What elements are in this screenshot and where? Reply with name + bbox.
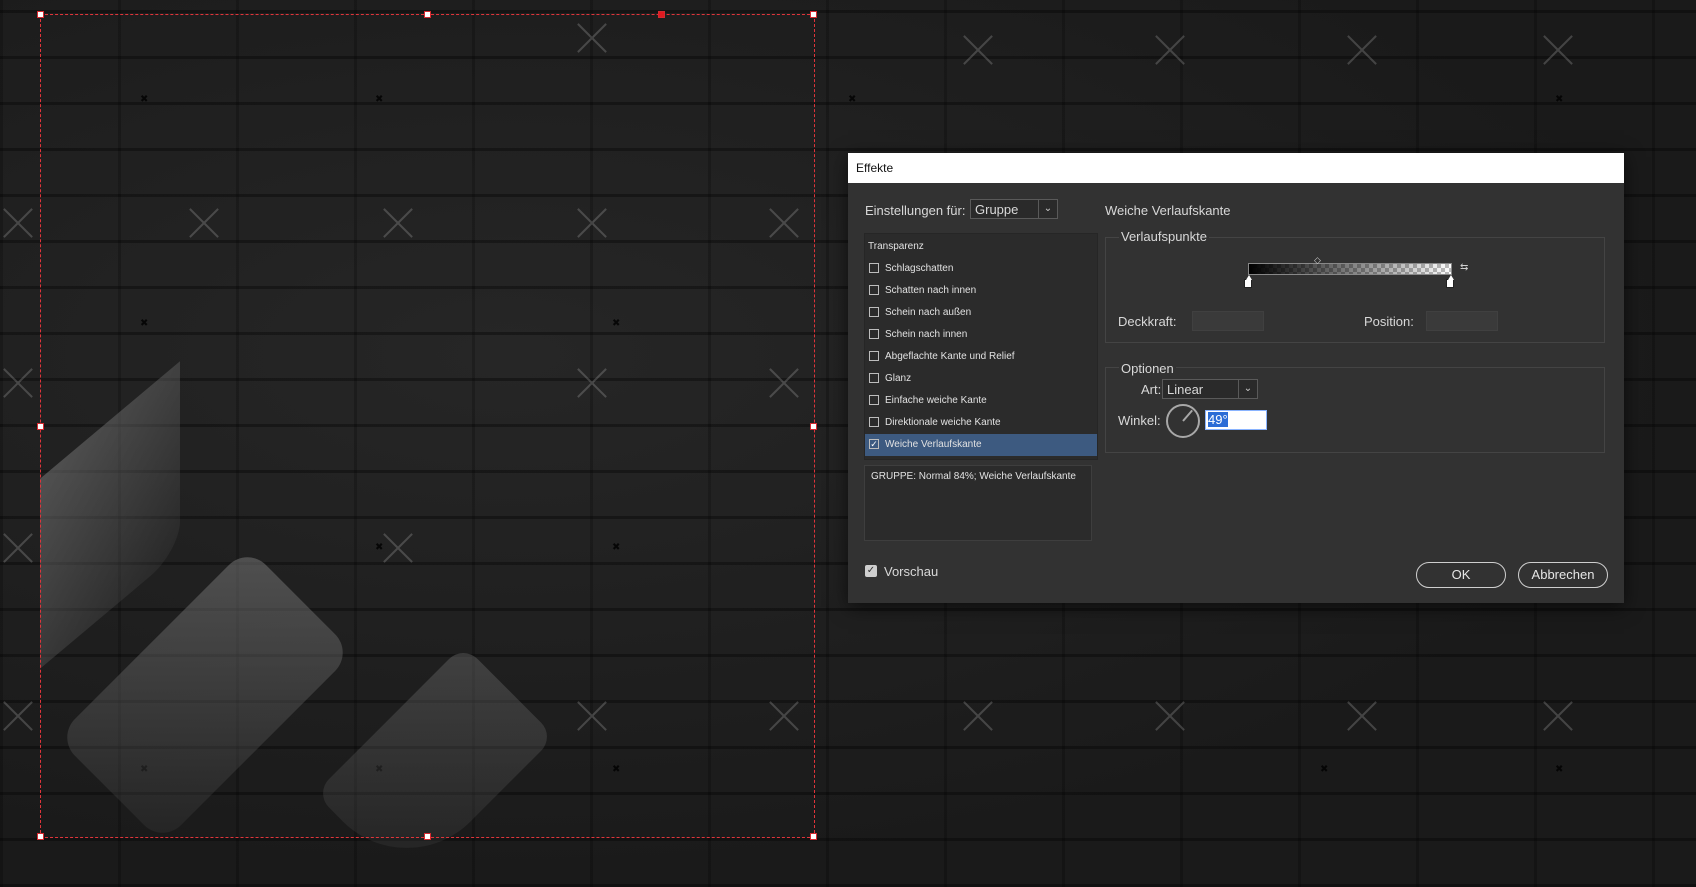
effect-checkbox[interactable] — [869, 285, 879, 295]
resize-handle[interactable] — [37, 833, 44, 840]
settings-for-label: Einstellungen für: — [865, 203, 966, 218]
settings-for-value: Gruppe — [975, 202, 1019, 217]
placeholder-mark — [1152, 698, 1188, 734]
placeholder-mark — [1344, 32, 1380, 68]
placeholder-mark — [0, 530, 36, 566]
resize-handle[interactable] — [810, 11, 817, 18]
effect-item[interactable]: Abgeflachte Kante und Relief — [865, 346, 1097, 368]
preview-label: Vorschau — [884, 564, 939, 579]
effect-checkbox[interactable] — [869, 395, 879, 405]
effect-item-selected[interactable]: ✓ Weiche Verlaufskante — [865, 434, 1097, 456]
position-label: Position: — [1364, 314, 1414, 329]
effect-checkbox[interactable] — [869, 263, 879, 273]
placeholder-mark — [960, 32, 996, 68]
chevron-down-icon: ⌄ — [1238, 380, 1257, 398]
placeholder-mark — [0, 365, 36, 401]
effect-checkbox[interactable] — [869, 417, 879, 427]
effect-item[interactable]: Schein nach innen — [865, 324, 1097, 346]
effect-checkbox-checked[interactable]: ✓ — [869, 439, 879, 449]
effects-dialog: Effekte Einstellungen für: Gruppe ⌄ Tran… — [848, 153, 1624, 603]
midpoint-diamond-icon[interactable]: ◇ — [1314, 255, 1321, 266]
effect-label: Abgeflachte Kante und Relief — [885, 351, 1015, 362]
panel-title: Weiche Verlaufskante — [1105, 203, 1231, 218]
ok-button[interactable]: OK — [1416, 562, 1506, 588]
angle-input[interactable]: 49° — [1205, 410, 1267, 430]
dialog-title: Effekte — [848, 153, 1624, 183]
placeholder-mark — [1540, 698, 1576, 734]
angle-needle — [1182, 409, 1193, 422]
angle-label: Winkel: — [1118, 413, 1161, 428]
position-field[interactable] — [1426, 311, 1498, 331]
effect-label: Schein nach außen — [885, 307, 972, 318]
effect-label: Schein nach innen — [885, 329, 968, 340]
effect-item[interactable]: Schlagschatten — [865, 258, 1097, 280]
anchor-point: ✖ — [1555, 764, 1564, 775]
effect-item[interactable]: Schein nach außen — [865, 302, 1097, 324]
resize-handle[interactable] — [37, 423, 44, 430]
chevron-down-icon: ⌄ — [1038, 200, 1057, 218]
effect-label: Glanz — [885, 373, 912, 384]
type-value: Linear — [1167, 382, 1204, 397]
effect-checkbox[interactable] — [869, 351, 879, 361]
type-label: Art: — [1141, 382, 1162, 397]
effect-item[interactable]: Glanz — [865, 368, 1097, 390]
opacity-field[interactable] — [1192, 311, 1264, 331]
angle-value: 49° — [1208, 412, 1228, 427]
placeholder-mark — [1152, 32, 1188, 68]
type-select[interactable]: Linear ⌄ — [1162, 379, 1258, 399]
effects-list-header[interactable]: Transparenz — [865, 236, 1097, 258]
anchor-point: ✖ — [1320, 764, 1329, 775]
gradient-ramp[interactable] — [1248, 263, 1452, 275]
placeholder-mark — [1540, 32, 1576, 68]
effects-summary: GRUPPE: Normal 84%; Weiche Verlaufskante — [864, 465, 1092, 541]
anchor-point: ✖ — [848, 94, 857, 105]
effect-item[interactable]: Direktionale weiche Kante — [865, 412, 1097, 434]
effect-label: Weiche Verlaufskante — [885, 439, 982, 450]
placeholder-mark — [960, 698, 996, 734]
resize-handle[interactable] — [810, 833, 817, 840]
selection-frame[interactable] — [37, 11, 817, 840]
effect-item[interactable]: Schatten nach innen — [865, 280, 1097, 302]
effect-checkbox[interactable] — [869, 373, 879, 383]
placeholder-mark — [0, 205, 36, 241]
resize-handle[interactable] — [810, 423, 817, 430]
effects-list: Transparenz Schlagschatten Schatten nach… — [864, 233, 1098, 460]
angle-dial-icon[interactable] — [1165, 403, 1201, 439]
settings-for-select[interactable]: Gruppe ⌄ — [970, 199, 1058, 219]
effect-label: Einfache weiche Kante — [885, 395, 987, 406]
resize-handle[interactable] — [424, 833, 431, 840]
gradient-stops-label: Verlaufspunkte — [1119, 229, 1210, 244]
cancel-button[interactable]: Abbrechen — [1518, 562, 1608, 588]
anchor-point: ✖ — [1555, 94, 1564, 105]
effect-label: Direktionale weiche Kante — [885, 417, 1001, 428]
placeholder-mark — [0, 698, 36, 734]
resize-handle[interactable] — [424, 11, 431, 18]
resize-handle[interactable] — [658, 11, 665, 18]
placeholder-mark — [1344, 698, 1380, 734]
effect-label: Schatten nach innen — [885, 285, 977, 296]
effect-checkbox[interactable] — [869, 329, 879, 339]
effect-item[interactable]: Einfache weiche Kante — [865, 390, 1097, 412]
gradient-stop-start[interactable] — [1244, 275, 1252, 288]
effect-checkbox[interactable] — [869, 307, 879, 317]
options-label: Optionen — [1119, 361, 1176, 376]
opacity-label: Deckkraft: — [1118, 314, 1177, 329]
resize-handle[interactable] — [37, 11, 44, 18]
gradient-stops-group — [1105, 237, 1605, 343]
gradient-stop-end[interactable] — [1446, 275, 1454, 288]
effect-label: Schlagschatten — [885, 263, 954, 274]
reverse-gradient-icon[interactable]: ⇆ — [1460, 262, 1468, 273]
preview-checkbox[interactable]: ✓ — [865, 565, 877, 577]
